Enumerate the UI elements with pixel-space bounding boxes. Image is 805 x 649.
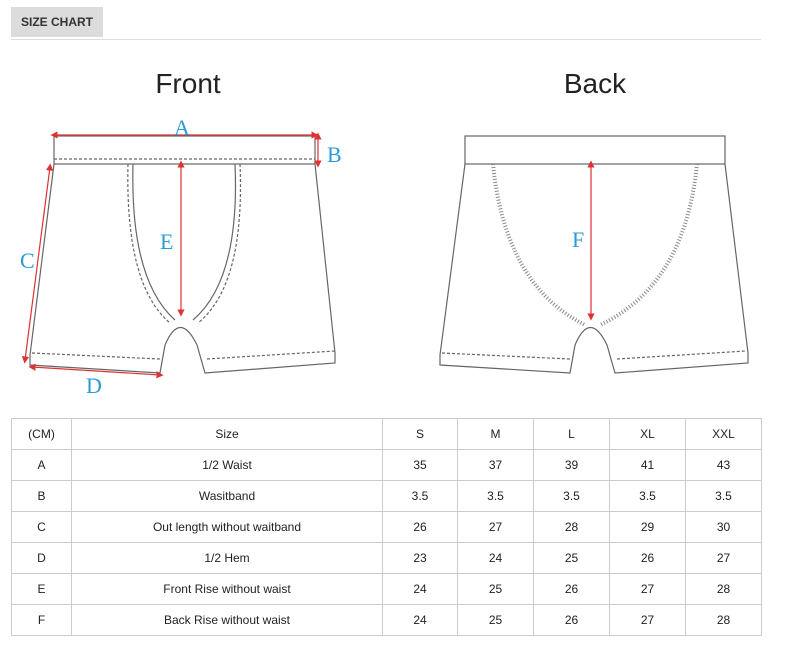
label-e: E	[160, 229, 173, 254]
table-row: C Out length without waitband 26 27 28 29 30	[11, 511, 762, 543]
size-diagram: Front Back A B C D E F	[20, 68, 749, 398]
table-cell: Back Rise without waist	[71, 604, 383, 636]
table-cell: 26	[609, 542, 686, 574]
table-cell: D	[11, 542, 72, 574]
front-arrows	[21, 131, 322, 379]
back-shorts	[439, 135, 749, 374]
header-cell: XL	[609, 418, 686, 450]
table-row: D 1/2 Hem 23 24 25 26 27	[11, 542, 762, 574]
table-cell: 3.5	[382, 480, 458, 512]
table-row: F Back Rise without waist 24 25 26 27 28	[11, 604, 762, 636]
header-cell: M	[457, 418, 534, 450]
table-cell: 28	[685, 573, 762, 605]
label-d: D	[86, 373, 102, 398]
table-cell: 26	[382, 511, 458, 543]
table-cell: 1/2 Waist	[71, 449, 383, 481]
table-cell: F	[11, 604, 72, 636]
table-cell: 27	[685, 542, 762, 574]
label-f: F	[572, 227, 584, 252]
table-cell: 24	[382, 604, 458, 636]
table-cell: 1/2 Hem	[71, 542, 383, 574]
table-header-row: (CM) Size S M L XL XXL	[11, 418, 762, 450]
table-cell: 25	[457, 604, 534, 636]
table-cell: 39	[533, 449, 610, 481]
table-cell: A	[11, 449, 72, 481]
table-cell: 3.5	[533, 480, 610, 512]
table-cell: 43	[685, 449, 762, 481]
table-cell: 27	[457, 511, 534, 543]
table-cell: 25	[533, 542, 610, 574]
header-cell: XXL	[685, 418, 762, 450]
label-c: C	[20, 248, 35, 273]
table-cell: 30	[685, 511, 762, 543]
table-cell: B	[11, 480, 72, 512]
table-cell: 41	[609, 449, 686, 481]
front-shorts	[29, 135, 336, 374]
table-cell: 26	[533, 604, 610, 636]
table-cell: E	[11, 573, 72, 605]
back-title: Back	[564, 68, 627, 99]
header-cell: S	[382, 418, 458, 450]
table-row: B Wasitband 3.5 3.5 3.5 3.5 3.5	[11, 480, 762, 512]
table-cell: 29	[609, 511, 686, 543]
table-cell: 23	[382, 542, 458, 574]
label-a: A	[174, 115, 190, 140]
table-cell: 3.5	[457, 480, 534, 512]
header-cell: L	[533, 418, 610, 450]
table-cell: 28	[685, 604, 762, 636]
table-cell: 24	[382, 573, 458, 605]
table-cell: 24	[457, 542, 534, 574]
size-table: (CM) Size S M L XL XXL A 1/2 Waist 35 37 39 4…	[11, 418, 762, 636]
label-b: B	[327, 142, 342, 167]
front-title: Front	[155, 68, 221, 99]
table-cell: 37	[457, 449, 534, 481]
table-row: A 1/2 Waist 35 37 39 41 43	[11, 449, 762, 481]
table-cell: 25	[457, 573, 534, 605]
table-cell: 28	[533, 511, 610, 543]
table-cell: Out length without waitband	[71, 511, 383, 543]
table-row: E Front Rise without waist 24 25 26 27 28	[11, 573, 762, 605]
header-cell: Size	[71, 418, 383, 450]
table-cell: Wasitband	[71, 480, 383, 512]
header-cell: (CM)	[11, 418, 72, 450]
table-cell: 3.5	[609, 480, 686, 512]
size-chart-tab[interactable]: SIZE CHART	[11, 7, 103, 37]
table-cell: C	[11, 511, 72, 543]
table-cell: 27	[609, 604, 686, 636]
table-cell: Front Rise without waist	[71, 573, 383, 605]
table-cell: 3.5	[685, 480, 762, 512]
table-cell: 26	[533, 573, 610, 605]
divider	[11, 39, 761, 40]
table-cell: 35	[382, 449, 458, 481]
table-cell: 27	[609, 573, 686, 605]
